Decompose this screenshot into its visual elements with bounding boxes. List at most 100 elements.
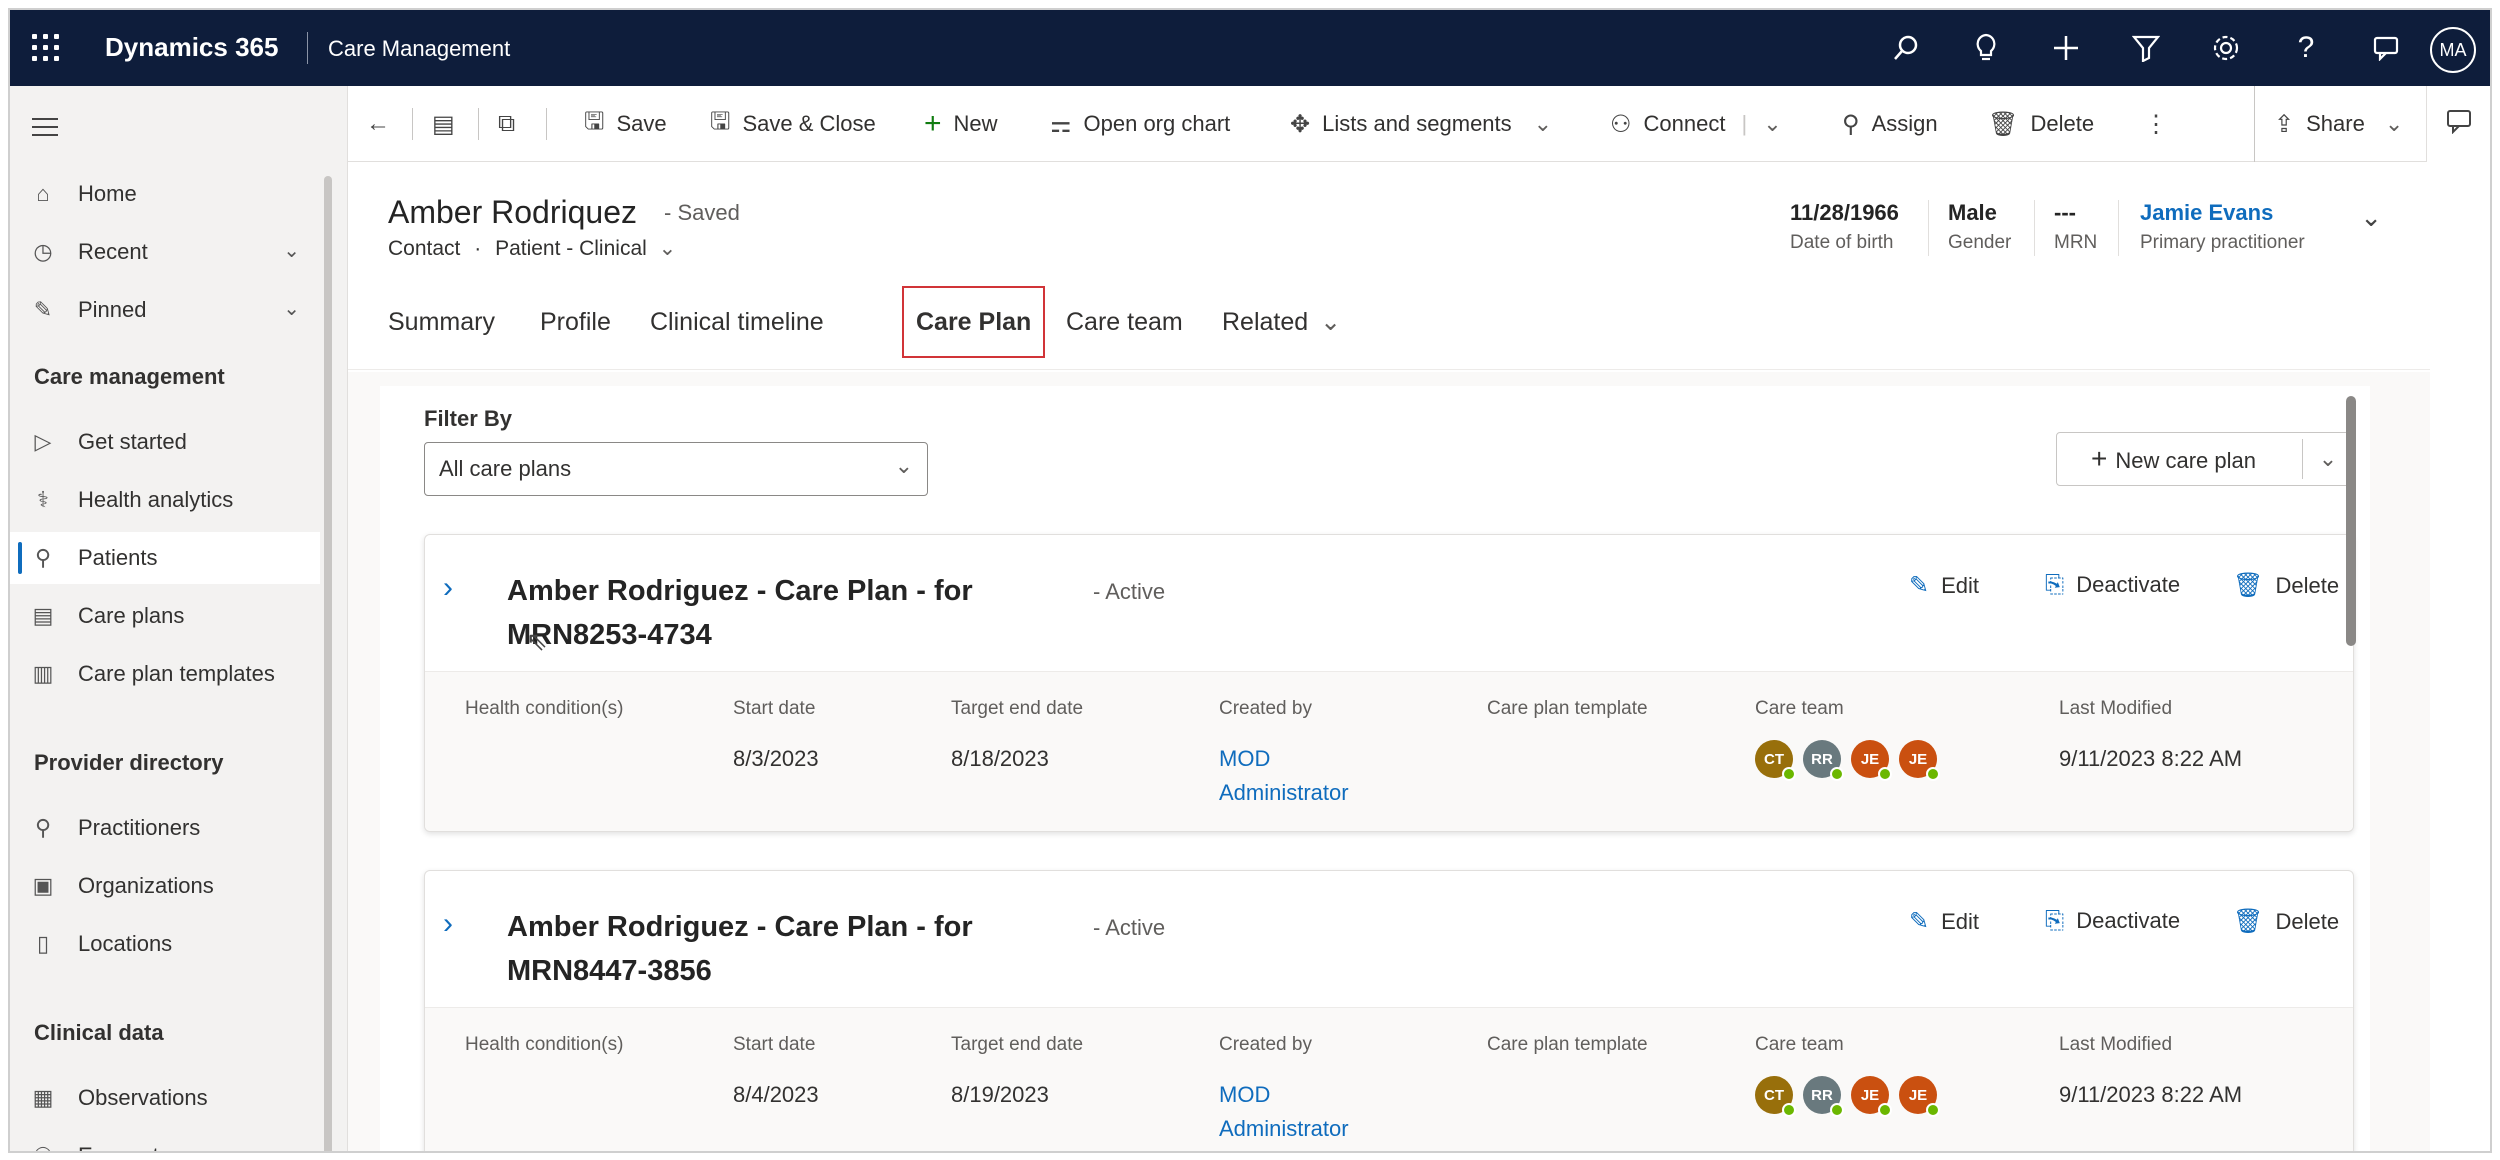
organization-icon: ▣	[32, 873, 54, 898]
save-close-button[interactable]: 🖫 Save & Close	[710, 86, 876, 162]
tab-care-team[interactable]: Care team	[1066, 292, 1183, 352]
hamburger-icon[interactable]	[32, 118, 58, 142]
avatar-initials: JE	[1860, 750, 1880, 768]
presence-dot	[1878, 767, 1892, 781]
content-scrollbar[interactable]	[2346, 396, 2356, 646]
created-by-line1: MOD	[1219, 1082, 1271, 1107]
chevron-down-icon[interactable]: ⌄	[1534, 111, 1552, 137]
delete-card-button[interactable]: 🗑 Delete	[2233, 571, 2339, 600]
nav-item-organizations[interactable]: ▣ Organizations	[10, 860, 320, 912]
search-icon[interactable]	[1886, 30, 1926, 66]
avatar[interactable]: JE	[1851, 1076, 1892, 1117]
chat-icon[interactable]	[2366, 30, 2406, 66]
app-name[interactable]: Dynamics 365	[105, 32, 278, 63]
created-by-link[interactable]: MOD Administrator	[1219, 742, 1349, 810]
lightbulb-icon[interactable]	[1966, 30, 2006, 66]
care-plan-status: - Active	[1093, 579, 1166, 604]
nav-item-care-plans[interactable]: ▤ Care plans	[10, 590, 320, 642]
nav-item-label: Get started	[78, 429, 187, 454]
tab-profile[interactable]: Profile	[540, 292, 611, 352]
record-title: Amber Rodriquez	[388, 194, 637, 230]
nav-item-observations[interactable]: ▦ Observations	[10, 1072, 320, 1124]
open-org-chart-button[interactable]: ⚎ Open org chart	[1050, 86, 1230, 162]
help-icon[interactable]: ?	[2286, 30, 2326, 66]
nav-item-encounters[interactable]: ⚇ Encounters	[10, 1130, 320, 1151]
nav-item-pinned[interactable]: ✎ Pinned ⌄	[10, 284, 320, 336]
new-care-plan-button[interactable]: + New care plan ⌄	[2056, 432, 2354, 486]
plus-icon[interactable]	[2046, 30, 2086, 66]
chevron-down-icon[interactable]: ⌄	[2385, 111, 2403, 137]
avatar[interactable]: CT	[1755, 740, 1796, 781]
avatar[interactable]: RR	[1803, 740, 1844, 781]
save-button[interactable]: 🖫 Save	[584, 86, 667, 162]
care-team-avatars: CT RR JE JE	[1755, 1076, 1947, 1117]
tab-care-plan[interactable]: Care Plan	[902, 286, 1046, 358]
connect-button[interactable]: ⚇ Connect | ⌄	[1610, 86, 1782, 162]
nav-item-label: Locations	[78, 931, 173, 956]
chevron-down-icon: ⌄	[894, 453, 913, 478]
delete-button[interactable]: 🗑 Delete	[1988, 86, 2094, 162]
nav-item-health-analytics[interactable]: ⚕ Health analytics	[10, 474, 320, 526]
nav-item-home[interactable]: ⌂ Home	[10, 168, 320, 220]
edit-button[interactable]: ✎ Edit	[1909, 571, 1979, 600]
tab-related[interactable]: Related ⌄	[1222, 292, 1341, 352]
avatar-initials: CT	[1764, 750, 1784, 768]
more-commands-icon[interactable]: ⋮	[2144, 86, 2180, 162]
nav-item-care-plan-templates[interactable]: ▥ Care plan templates	[10, 648, 320, 700]
tab-summary[interactable]: Summary	[388, 292, 495, 352]
nav-scrollbar[interactable]	[324, 176, 332, 1151]
share-button[interactable]: ⇪ Share ⌄	[2274, 86, 2403, 162]
start-date-value: 8/4/2023	[733, 1082, 819, 1107]
edit-button[interactable]: ✎ Edit	[1909, 907, 1979, 936]
deactivate-button[interactable]: ⎘ Deactivate	[2045, 571, 2180, 599]
care-plan-title[interactable]: Amber Rodriguez - Care Plan - for MRN844…	[507, 905, 1027, 993]
user-avatar[interactable]: MA	[2430, 27, 2476, 73]
observation-icon: ▦	[32, 1085, 54, 1110]
avatar[interactable]: RR	[1803, 1076, 1844, 1117]
save-close-icon: 🖫	[710, 107, 731, 135]
edit-label: Edit	[1941, 572, 1980, 598]
puzzle-icon: ✥	[1290, 110, 1311, 138]
pencil-icon: ✎	[1909, 572, 1930, 599]
nav-item-practitioners[interactable]: ⚲ Practitioners	[10, 802, 320, 854]
chevron-down-icon[interactable]: ⌄	[1763, 111, 1781, 137]
last-modified-value: 9/11/2023 8:22 AM	[2059, 746, 2243, 771]
created-by-link[interactable]: MOD Administrator	[1219, 1078, 1349, 1146]
back-icon[interactable]: ←	[366, 86, 402, 162]
expand-header-icon[interactable]: ⌄	[2360, 202, 2382, 233]
tab-clinical-timeline[interactable]: Clinical timeline	[650, 292, 824, 352]
record-info-icon[interactable]: ▤	[432, 86, 467, 162]
area-name[interactable]: Care Management	[328, 36, 510, 62]
avatar[interactable]: JE	[1899, 1076, 1940, 1117]
header-field-dob: 11/28/1966 Date of birth	[1790, 200, 1899, 254]
pin-icon: ✎	[33, 297, 53, 322]
entity-form-selector[interactable]: Contact · Patient - Clinical ⌄	[388, 236, 676, 261]
assign-button[interactable]: ⚲ Assign	[1842, 86, 1938, 162]
lists-segments-button[interactable]: ✥ Lists and segments ⌄	[1290, 86, 1552, 162]
header-field-gender: Male Gender	[1948, 200, 2011, 254]
top-bar: Dynamics 365 Care Management ? MA	[10, 10, 2490, 86]
deactivate-button[interactable]: ⎘ Deactivate	[2045, 907, 2180, 935]
care-plan-title[interactable]: Amber Rodriguez - Care Plan - for MRN825…	[507, 569, 1027, 657]
filter-icon[interactable]	[2126, 30, 2166, 66]
avatar[interactable]: CT	[1755, 1076, 1796, 1117]
popout-icon[interactable]: ⧉	[498, 86, 527, 162]
primary-practitioner-link[interactable]: Jamie Evans	[2140, 200, 2305, 226]
chevron-down-icon[interactable]: ⌄	[283, 296, 300, 321]
delete-card-button[interactable]: 🗑 Delete	[2233, 907, 2339, 936]
new-care-plan-main[interactable]: + New care plan	[2057, 443, 2302, 475]
app-launcher-icon[interactable]	[32, 34, 62, 64]
filter-dropdown[interactable]: All care plans ⌄	[424, 442, 928, 496]
avatar[interactable]: JE	[1851, 740, 1892, 781]
nav-item-recent[interactable]: ◷ Recent ⌄	[10, 226, 320, 278]
chevron-right-icon[interactable]: ›	[443, 907, 453, 941]
gear-icon[interactable]	[2206, 30, 2246, 66]
copilot-chat-icon[interactable]	[2445, 108, 2473, 141]
nav-item-get-started[interactable]: ▷ Get started	[10, 416, 320, 468]
nav-item-locations[interactable]: ▯ Locations	[10, 918, 320, 970]
avatar[interactable]: JE	[1899, 740, 1940, 781]
new-button[interactable]: + New	[924, 86, 998, 162]
nav-item-patients[interactable]: ⚲ Patients	[10, 532, 320, 584]
chevron-right-icon[interactable]: ›	[443, 571, 453, 605]
chevron-down-icon[interactable]: ⌄	[283, 238, 300, 263]
